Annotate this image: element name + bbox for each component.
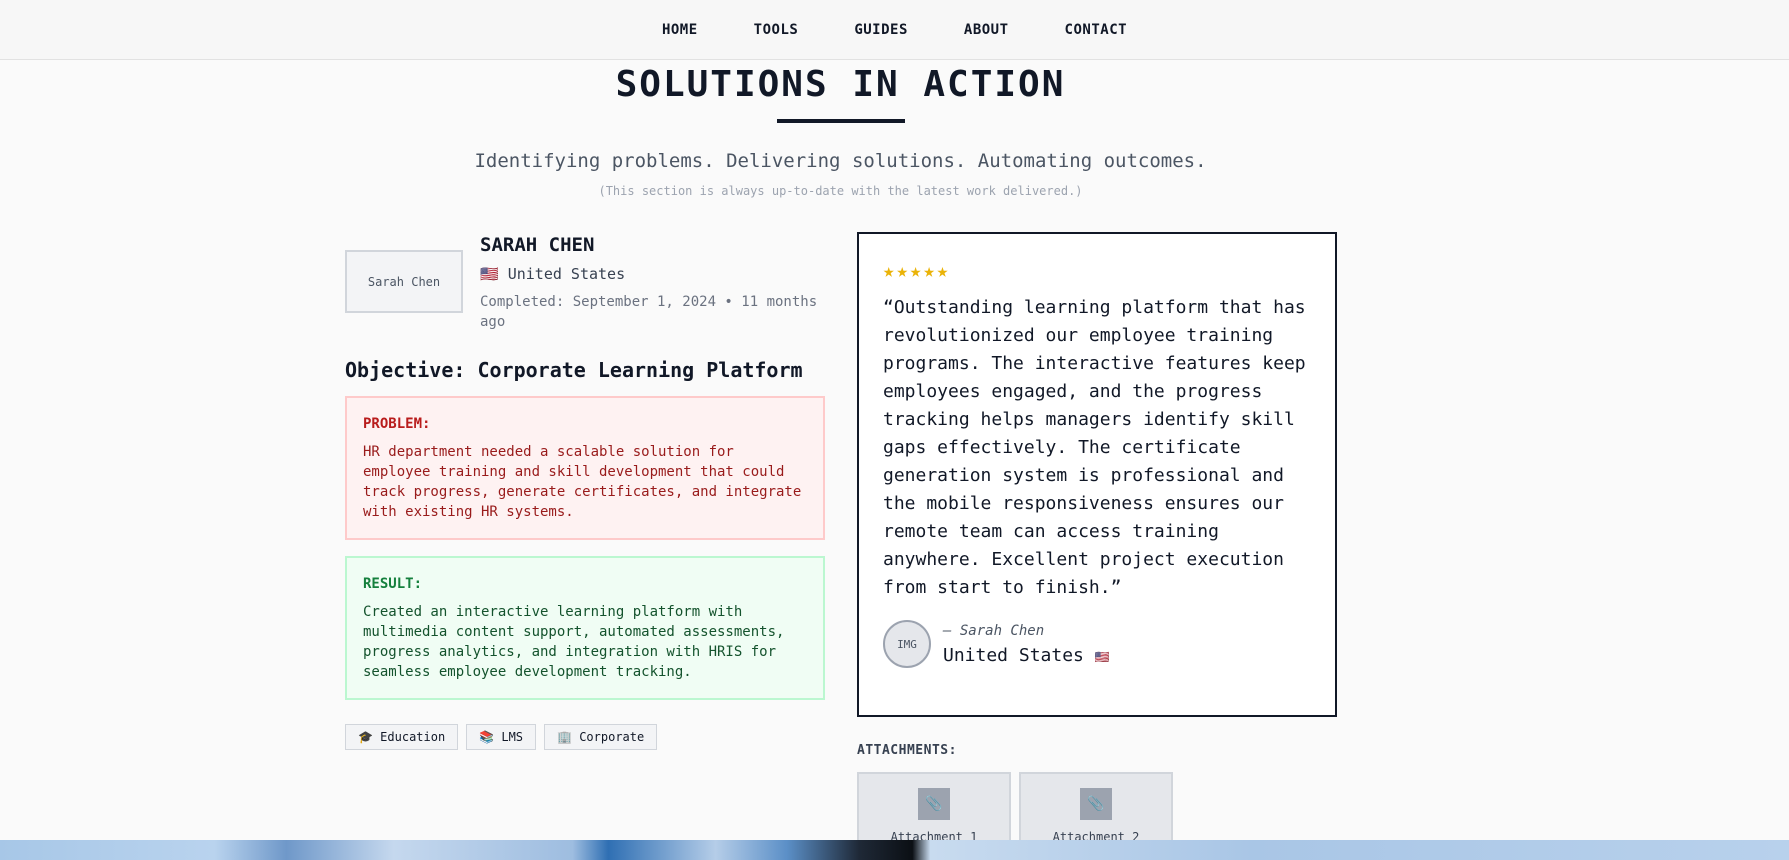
desktop-taskbar xyxy=(0,840,1789,860)
author-name: — Sarah Chen xyxy=(943,622,1045,639)
client-country-label: United States xyxy=(507,265,626,283)
problem-text: HR department needed a scalable solution… xyxy=(363,444,802,520)
section-title: SOLUTIONS IN ACTION xyxy=(615,64,1066,105)
testimonial-card: ★★★★★ “Outstanding learning platform tha… xyxy=(857,232,1337,717)
title-underline xyxy=(777,119,905,123)
star-rating-icon: ★★★★★ xyxy=(883,260,951,282)
top-navigation: HOME TOOLS GUIDES ABOUT CONTACT xyxy=(0,0,1789,60)
nav-about[interactable]: ABOUT xyxy=(964,22,1009,38)
client-country: 🇺🇸 United States xyxy=(480,265,625,283)
objective-heading: Objective: Corporate Learning Platform xyxy=(345,358,803,382)
tag-lms: 📚 LMS xyxy=(466,724,537,750)
tag-corporate: 🏢 Corporate xyxy=(544,724,658,750)
testimonial-quote: “Outstanding learning platform that has … xyxy=(883,297,1306,598)
tag-education: 🎓 Education xyxy=(345,724,459,750)
problem-box: PROBLEM: HR department needed a scalable… xyxy=(345,396,825,540)
author-country: United States 🇺🇸 xyxy=(943,645,1110,666)
result-box: RESULT: Created an interactive learning … xyxy=(345,556,825,700)
section-note: (This section is always up-to-date with … xyxy=(598,184,1083,198)
flag-icon: 🇺🇸 xyxy=(480,265,499,283)
nav-guides[interactable]: GUIDES xyxy=(854,22,908,38)
client-photo: Sarah Chen xyxy=(345,250,463,313)
result-label: RESULT: xyxy=(363,576,423,592)
section-subtitle: Identifying problems. Delivering solutio… xyxy=(474,150,1207,172)
nav-home[interactable]: HOME xyxy=(662,22,698,38)
avatar: IMG xyxy=(883,620,931,668)
flag-icon: 🇺🇸 xyxy=(1094,649,1110,664)
attachments-label: ATTACHMENTS: xyxy=(857,743,957,758)
completion-date: Completed: September 1, 2024 • 11 months… xyxy=(480,294,818,330)
testimonial-author: IMG — Sarah Chen United States 🇺🇸 xyxy=(883,620,1311,668)
nav-tools[interactable]: TOOLS xyxy=(754,22,799,38)
result-text: Created an interactive learning platform… xyxy=(363,604,785,680)
client-name: SARAH CHEN xyxy=(480,234,595,256)
author-country-label: United States xyxy=(943,644,1084,666)
tag-list: 🎓 Education 📚 LMS 🏢 Corporate xyxy=(345,724,658,750)
paperclip-icon: 📎 xyxy=(918,788,950,820)
nav-contact[interactable]: CONTACT xyxy=(1065,22,1128,38)
problem-label: PROBLEM: xyxy=(363,416,431,432)
paperclip-icon: 📎 xyxy=(1080,788,1112,820)
